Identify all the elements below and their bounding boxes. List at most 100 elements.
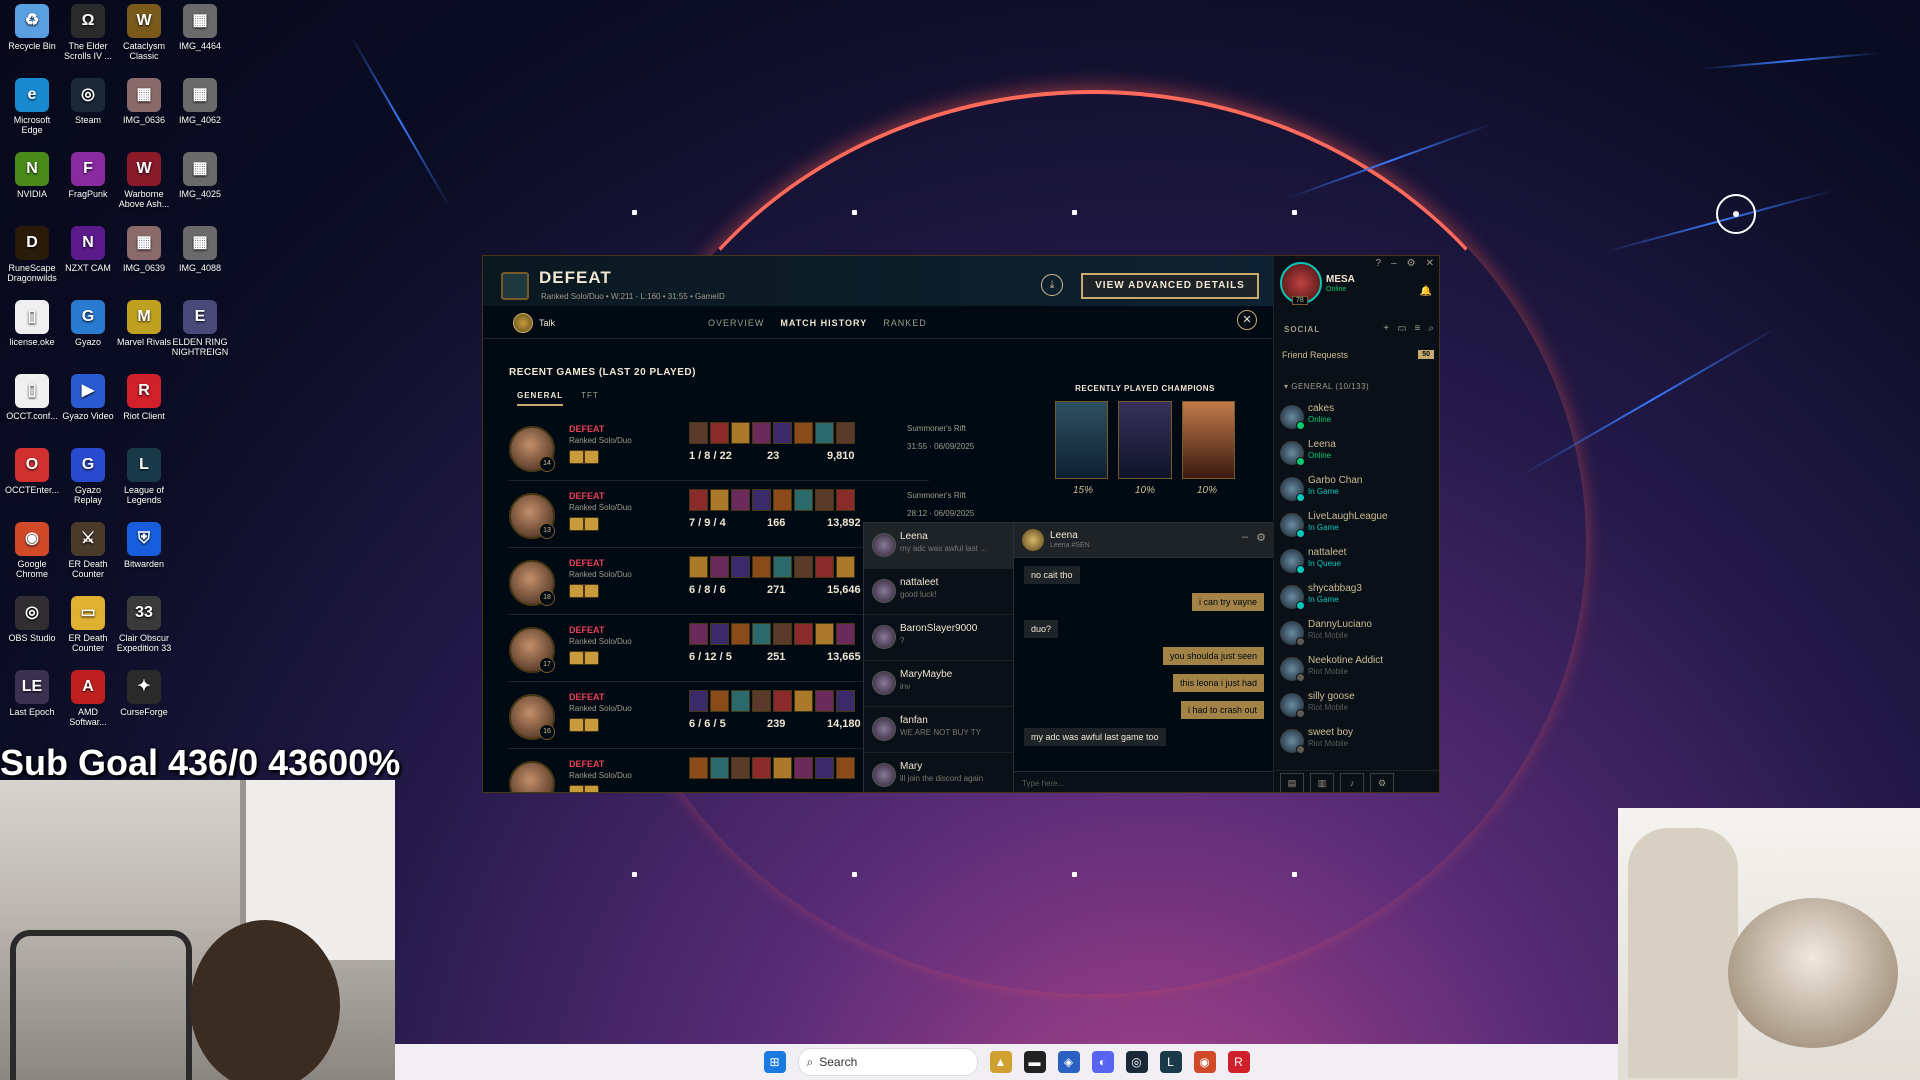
desktop-icon[interactable]: ♻ Recycle Bin <box>4 4 60 74</box>
league-taskbar-icon[interactable]: L <box>1159 1051 1182 1073</box>
riot-taskbar-icon[interactable]: R <box>1227 1051 1250 1073</box>
close-icon[interactable]: ✕ <box>1426 258 1434 269</box>
desktop-icon[interactable]: LE Last Epoch <box>4 670 60 740</box>
desktop-icon[interactable]: ▭ ER Death Counter <box>60 596 116 666</box>
friend-item[interactable]: DannyLuciano Riot Mobile <box>1280 615 1430 651</box>
friend-item[interactable]: Garbo Chan In Game <box>1280 471 1430 507</box>
desktop-icon[interactable]: G Gyazo Replay <box>60 448 116 518</box>
taskbar-search[interactable]: ⌕ Search <box>797 1048 978 1076</box>
summoner-status[interactable]: Online <box>1326 286 1346 293</box>
selection-handle[interactable] <box>852 872 857 877</box>
desktop-icon[interactable]: W Warborne Above Ash... <box>116 152 172 222</box>
desktop-icon[interactable]: ✦ CurseForge <box>116 670 172 740</box>
selection-handle[interactable] <box>1292 210 1297 215</box>
desktop-icon[interactable]: ▯ license.oke <box>4 300 60 370</box>
desktop-icon[interactable]: D RuneScape Dragonwilds <box>4 226 60 296</box>
app-icon[interactable]: ◈ <box>1057 1051 1080 1073</box>
selection-handle[interactable] <box>1072 210 1077 215</box>
friend-item[interactable]: LiveLaughLeague In Game <box>1280 507 1430 543</box>
champion-portrait[interactable] <box>1055 401 1109 479</box>
champion-portrait[interactable] <box>1181 401 1235 479</box>
chat-conversation-item[interactable]: fanfan WE ARE NOT BUY TY <box>864 707 1014 753</box>
chat-conversation-item[interactable]: BaronSlayer9000? <box>864 615 1014 661</box>
champion-portrait[interactable] <box>1118 401 1172 479</box>
minimize-icon[interactable]: – <box>1391 258 1397 269</box>
search-icon[interactable]: ⌕ <box>1428 323 1434 334</box>
notification-bell-icon[interactable]: 🔔 <box>1420 286 1432 297</box>
chrome-taskbar-icon[interactable]: ◉ <box>1193 1051 1216 1073</box>
desktop-icon[interactable]: E ELDEN RING NIGHTREIGN <box>172 300 228 370</box>
desktop-icon[interactable]: ◉ Google Chrome <box>4 522 60 592</box>
friend-item[interactable]: Leena Online <box>1280 435 1430 471</box>
friend-item[interactable]: cakes Online <box>1280 399 1430 435</box>
minimize-icon[interactable]: – <box>1242 531 1248 544</box>
steam-taskbar-icon[interactable]: ◎ <box>1125 1051 1148 1073</box>
settings-icon[interactable]: ⚙ <box>1370 772 1394 792</box>
match-row[interactable]: 14 DEFEAT Ranked Solo/Duo 1 / 8 / 22 23 9,810… <box>509 414 974 481</box>
chat-conversation-item[interactable]: Leena my adc was awful last ... <box>864 523 1014 569</box>
desktop-icon[interactable]: ▦ IMG_0639 <box>116 226 172 296</box>
tab-ranked[interactable]: RANKED <box>883 318 927 328</box>
gear-icon[interactable]: ⚙ <box>1407 258 1416 269</box>
add-friend-icon[interactable]: + <box>1383 323 1389 334</box>
tab-overview[interactable]: OVERVIEW <box>708 318 764 328</box>
selection-handle[interactable] <box>852 210 857 215</box>
view-advanced-details-button[interactable]: VIEW ADVANCED DETAILS <box>1081 273 1259 299</box>
friend-requests[interactable]: Friend Requests 50 <box>1282 350 1434 368</box>
desktop-icon[interactable]: ▦ IMG_4464 <box>172 4 228 74</box>
desktop-icon[interactable]: Ω The Elder Scrolls IV ... <box>60 4 116 74</box>
microphone-icon[interactable]: ♪ <box>1340 772 1364 792</box>
desktop-icon[interactable]: R Riot Client <box>116 374 172 444</box>
desktop-icon[interactable]: W Cataclysm Classic <box>116 4 172 74</box>
desktop-icon[interactable]: ⚔ ER Death Counter <box>60 522 116 592</box>
desktop-icon[interactable]: L League of Legends <box>116 448 172 518</box>
friend-item[interactable]: sweet boy Riot Mobile <box>1280 723 1430 759</box>
chat-bubble-icon[interactable]: ▤ <box>1280 772 1304 792</box>
chat-input[interactable]: Type here... <box>1014 771 1274 792</box>
desktop-icon[interactable]: ⛨ Bitwarden <box>116 522 172 592</box>
friend-item[interactable]: nattaleet In Queue <box>1280 543 1430 579</box>
selection-handle[interactable] <box>1072 872 1077 877</box>
desktop-icon[interactable]: G Gyazo <box>60 300 116 370</box>
chat-conversation-item[interactable]: MaryMaybe inv <box>864 661 1014 707</box>
desktop-icon[interactable]: A AMD Softwar... <box>60 670 116 740</box>
desktop-icon[interactable]: ▦ IMG_4088 <box>172 226 228 296</box>
widgets-icon[interactable]: ▲ <box>989 1051 1012 1073</box>
desktop-icon[interactable]: 33 Clair Obscur Expedition 33 <box>116 596 172 666</box>
friend-item[interactable]: shycabbag3 In Game <box>1280 579 1430 615</box>
friend-group-header[interactable]: ▾ GENERAL (10/133) <box>1284 382 1369 391</box>
desktop-icon[interactable]: e Microsoft Edge <box>4 78 60 148</box>
discord-icon[interactable]: ◐ <box>1091 1051 1114 1073</box>
desktop-icon[interactable]: ▦ IMG_0636 <box>116 78 172 148</box>
desktop-icon[interactable]: ▦ IMG_4025 <box>172 152 228 222</box>
chat-conversation-item[interactable]: Mary ill join the discord again <box>864 753 1014 792</box>
download-icon[interactable]: ⤓ <box>1041 274 1063 296</box>
windows-start-icon[interactable]: ⊞ <box>763 1051 786 1073</box>
desktop-icon[interactable]: O OCCTEnter... <box>4 448 60 518</box>
chat-conversation-item[interactable]: nattaleet good luck! <box>864 569 1014 615</box>
desktop-icon[interactable]: ◎ OBS Studio <box>4 596 60 666</box>
file-explorer-icon[interactable]: ▬ <box>1023 1051 1046 1073</box>
selection-handle[interactable] <box>1292 872 1297 877</box>
desktop-icon[interactable]: N NVIDIA <box>4 152 60 222</box>
gear-icon[interactable]: ⚙ <box>1256 531 1266 544</box>
clipboard-icon[interactable]: ▥ <box>1310 772 1334 792</box>
tab-match-history[interactable]: MATCH HISTORY <box>780 318 867 328</box>
help-icon[interactable]: ? <box>1376 258 1382 269</box>
subtab-tft[interactable]: TFT <box>581 391 599 406</box>
friend-item[interactable]: Neekotine Addict Riot Mobile <box>1280 651 1430 687</box>
desktop-icon[interactable]: M Marvel Rivals <box>116 300 172 370</box>
close-icon[interactable]: ✕ <box>1237 310 1257 330</box>
desktop-icon[interactable]: ▦ IMG_4062 <box>172 78 228 148</box>
folder-icon[interactable]: ▭ <box>1397 323 1406 334</box>
desktop-icon[interactable]: ◎ Steam <box>60 78 116 148</box>
desktop-icon[interactable]: ▯ OCCT.conf... <box>4 374 60 444</box>
desktop-icon[interactable]: F FragPunk <box>60 152 116 222</box>
list-icon[interactable]: ≡ <box>1415 323 1421 334</box>
friend-item[interactable]: silly goose Riot Mobile <box>1280 687 1430 723</box>
selection-handle[interactable] <box>632 872 637 877</box>
selection-handle[interactable] <box>632 210 637 215</box>
desktop-icon[interactable]: N NZXT CAM <box>60 226 116 296</box>
talk-button[interactable]: Talk <box>513 313 555 333</box>
subtab-general[interactable]: GENERAL <box>517 391 564 406</box>
